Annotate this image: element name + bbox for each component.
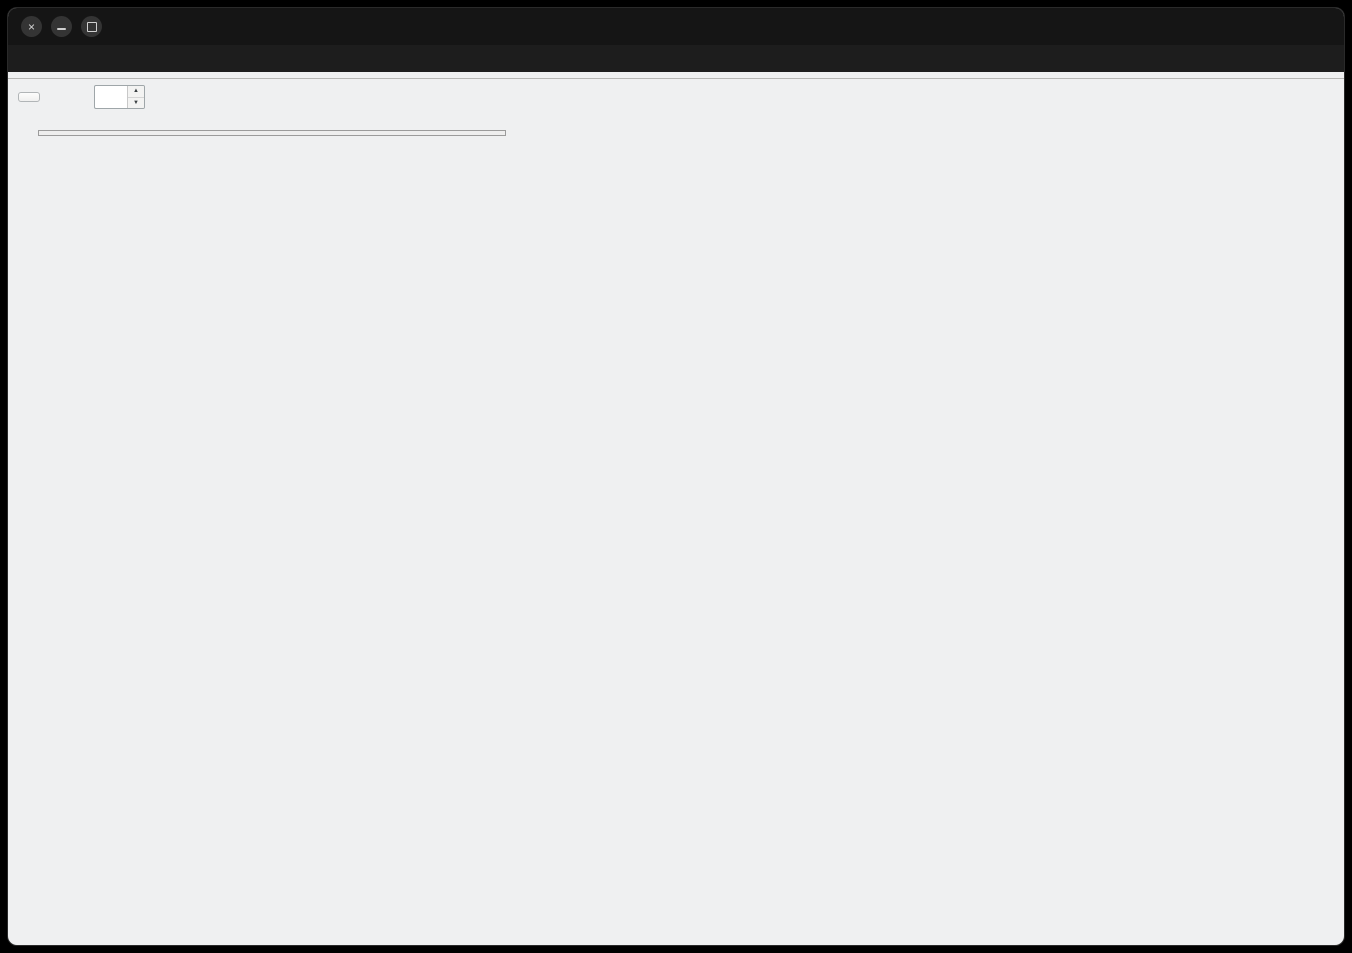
toolbar: ▲ ▼ bbox=[8, 79, 1344, 115]
menubar bbox=[8, 45, 1344, 72]
maximize-icon bbox=[87, 22, 97, 32]
export-as-button[interactable] bbox=[18, 92, 40, 102]
chart-legend bbox=[38, 130, 506, 136]
minimize-button[interactable] bbox=[51, 16, 72, 37]
spinbox-value[interactable] bbox=[95, 86, 127, 108]
window-controls: × bbox=[21, 8, 102, 45]
titlebar: × bbox=[8, 8, 1344, 45]
close-icon: × bbox=[28, 21, 35, 33]
spinbox-down-button[interactable]: ▼ bbox=[128, 98, 144, 109]
plot-container bbox=[33, 127, 333, 277]
stacked-diagrams-spinbox[interactable]: ▲ ▼ bbox=[94, 85, 145, 109]
memory-consumption-chart[interactable] bbox=[33, 127, 333, 277]
arrow-down-icon: ▼ bbox=[133, 100, 139, 106]
tab-bar bbox=[8, 72, 1344, 79]
close-button[interactable]: × bbox=[21, 16, 42, 37]
minimize-icon bbox=[57, 28, 66, 30]
chart-area bbox=[8, 115, 1344, 945]
app-window: × ▲ ▼ bbox=[7, 7, 1345, 946]
y-axis-labels bbox=[1271, 115, 1341, 945]
arrow-up-icon: ▲ bbox=[133, 88, 139, 94]
spinbox-buttons: ▲ ▼ bbox=[127, 86, 144, 108]
spinbox-up-button[interactable]: ▲ bbox=[128, 86, 144, 98]
maximize-button[interactable] bbox=[81, 16, 102, 37]
